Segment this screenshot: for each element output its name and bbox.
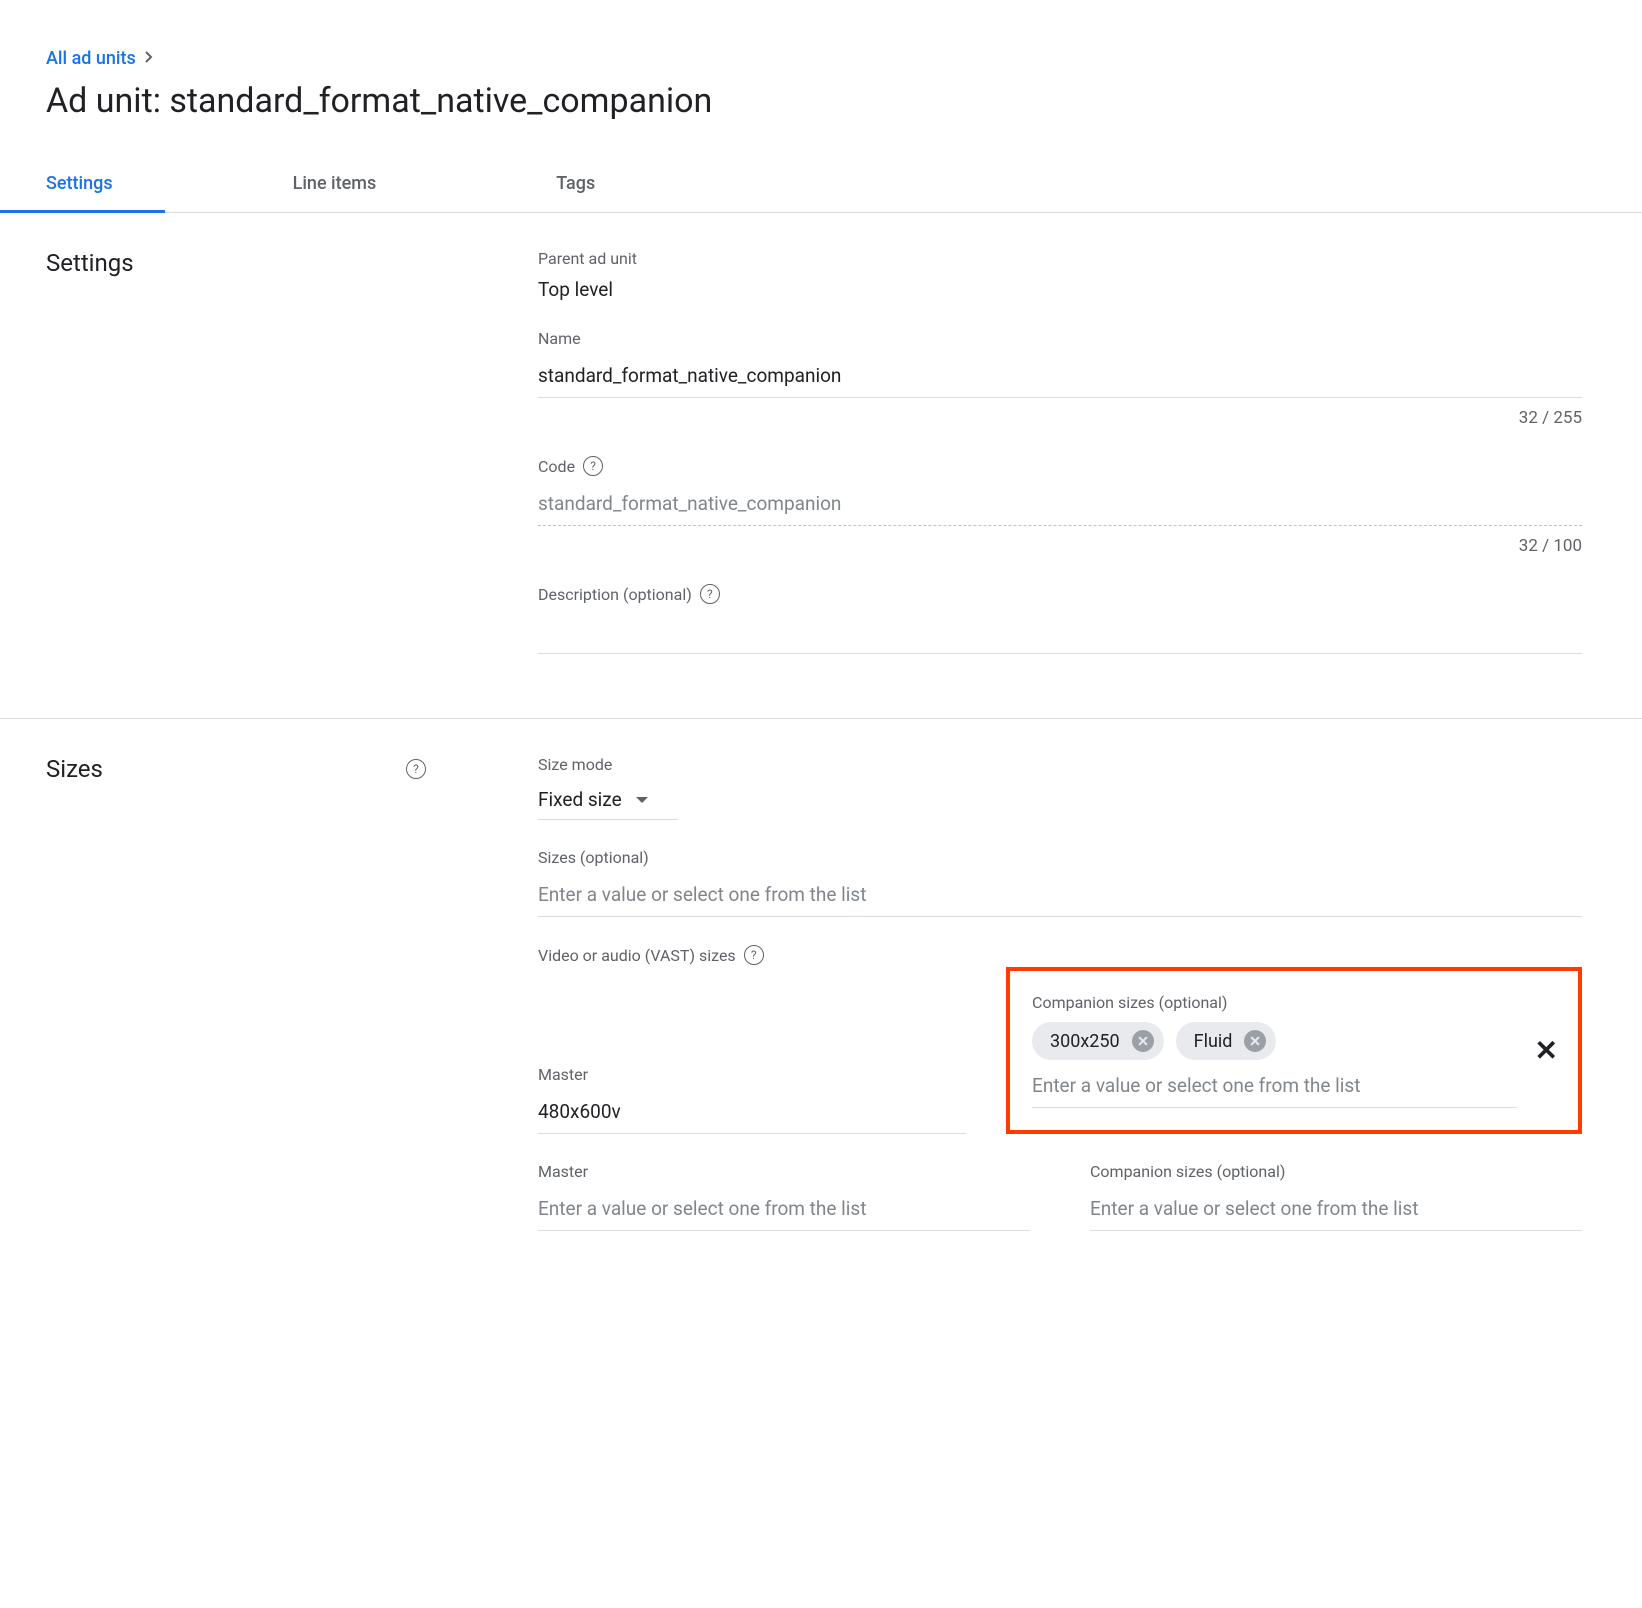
tab-bar: Settings Line items Tags [0, 155, 1642, 213]
tab-settings[interactable]: Settings [46, 155, 113, 212]
sizes-section: Sizes ? Size mode Fixed size Sizes (opti… [0, 718, 1642, 1295]
sizes-heading: Sizes [46, 755, 103, 783]
breadcrumb-all-ad-units[interactable]: All ad units [46, 48, 136, 69]
chevron-right-icon [144, 50, 154, 68]
size-mode-label: Size mode [538, 755, 1582, 774]
code-counter: 32 / 100 [538, 536, 1582, 556]
settings-section: Settings Parent ad unit Top level Name 3… [0, 213, 1642, 718]
settings-heading: Settings [46, 249, 134, 277]
chip-remove-icon[interactable] [1244, 1030, 1266, 1052]
parent-ad-unit-label: Parent ad unit [538, 249, 1582, 268]
vast-sizes-label: Video or audio (VAST) sizes ? [538, 945, 1582, 965]
help-icon[interactable]: ? [700, 584, 720, 604]
tab-tags[interactable]: Tags [556, 155, 595, 212]
description-label: Description (optional) ? [538, 584, 1582, 604]
companion-sizes-input[interactable] [1032, 1068, 1517, 1108]
master-input-2[interactable] [538, 1191, 1030, 1231]
name-label: Name [538, 329, 1582, 348]
master-label-2: Master [538, 1162, 1030, 1181]
master-label: Master [538, 1065, 966, 1084]
tab-line-items[interactable]: Line items [293, 155, 377, 212]
companion-sizes-label-2: Companion sizes (optional) [1090, 1162, 1582, 1181]
code-input [538, 486, 1582, 526]
name-input[interactable] [538, 358, 1582, 398]
help-icon[interactable]: ? [583, 456, 603, 476]
description-input[interactable] [538, 614, 1582, 654]
breadcrumb: All ad units [46, 48, 1642, 69]
caret-down-icon [636, 797, 648, 803]
master-input[interactable] [538, 1094, 966, 1134]
close-icon[interactable]: ✕ [1535, 1037, 1558, 1065]
companion-sizes-input-2[interactable] [1090, 1191, 1582, 1231]
page-title: Ad unit: standard_format_native_companio… [46, 81, 1642, 121]
size-mode-dropdown[interactable]: Fixed size [538, 784, 678, 820]
highlight-box: Companion sizes (optional) 300x250 Fluid [1006, 967, 1582, 1134]
help-icon[interactable]: ? [744, 945, 764, 965]
parent-ad-unit-value: Top level [538, 278, 1582, 301]
code-label: Code ? [538, 456, 1582, 476]
chip-fluid: Fluid [1176, 1022, 1277, 1060]
chip-300x250: 300x250 [1032, 1022, 1164, 1060]
companion-sizes-label: Companion sizes (optional) [1032, 993, 1517, 1012]
help-icon[interactable]: ? [406, 759, 426, 779]
sizes-input[interactable] [538, 877, 1582, 917]
name-counter: 32 / 255 [538, 408, 1582, 428]
chip-remove-icon[interactable] [1132, 1030, 1154, 1052]
sizes-label: Sizes (optional) [538, 848, 1582, 867]
